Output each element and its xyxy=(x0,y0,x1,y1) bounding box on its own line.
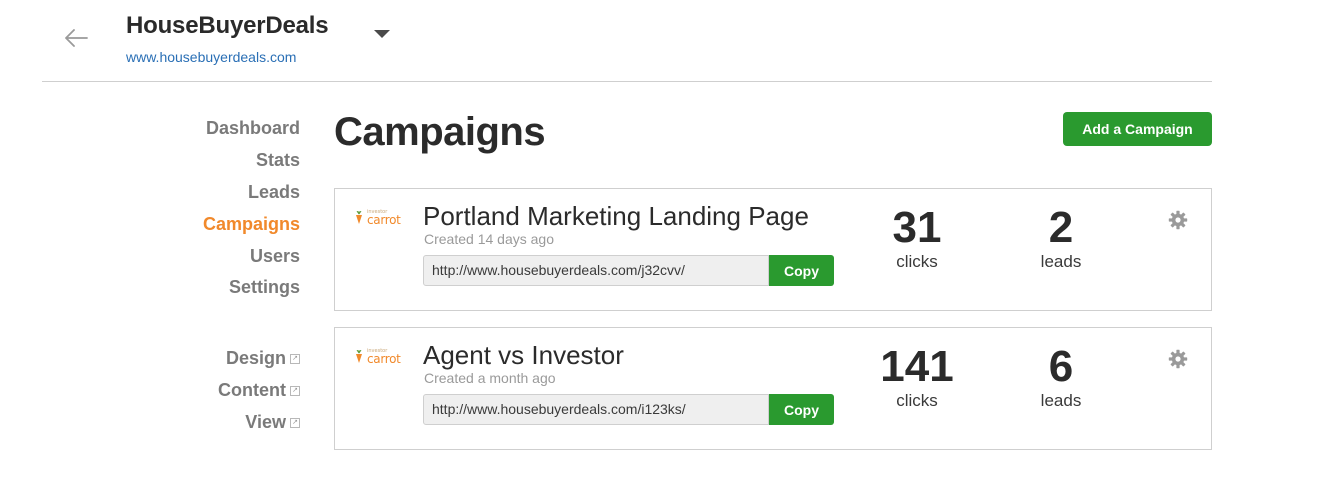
sidebar-item-label: Content xyxy=(218,380,286,400)
campaign-card: investor carrot Agent vs Investor Create… xyxy=(334,327,1212,450)
clicks-stat: 141 clicks xyxy=(857,342,977,410)
site-header: HouseBuyerDeals www.housebuyerdeals.com xyxy=(0,0,1342,82)
sidebar-item-content[interactable]: Content ↗ xyxy=(218,380,300,401)
clicks-count: 141 xyxy=(880,342,954,391)
back-button[interactable] xyxy=(60,24,92,52)
sidebar-item-label: View xyxy=(245,412,286,432)
copy-url-button[interactable]: Copy xyxy=(769,394,834,425)
leads-stat: 6 leads xyxy=(1001,342,1121,410)
campaign-url-field[interactable]: http://www.housebuyerdeals.com/i123ks/ xyxy=(423,394,769,425)
campaign-settings-button[interactable] xyxy=(1167,209,1189,231)
copy-url-button[interactable]: Copy xyxy=(769,255,834,286)
external-link-icon: ↗ xyxy=(290,353,300,364)
leads-label: leads xyxy=(1040,391,1082,410)
site-title: HouseBuyerDeals xyxy=(126,12,329,39)
sidebar-item-label: Design xyxy=(225,348,286,368)
carrot-icon xyxy=(356,211,362,224)
sidebar-item-settings[interactable]: Settings xyxy=(229,277,300,298)
add-campaign-button[interactable]: Add a Campaign xyxy=(1063,112,1212,146)
leads-label: leads xyxy=(1040,252,1082,271)
investor-carrot-logo: investor carrot xyxy=(353,348,401,366)
sidebar-item-dashboard[interactable]: Dashboard xyxy=(206,118,300,139)
leads-stat: 2 leads xyxy=(1001,203,1121,271)
clicks-label: clicks xyxy=(896,391,938,410)
sidebar-item-stats[interactable]: Stats xyxy=(256,150,300,171)
caret-down-icon xyxy=(374,30,390,38)
sidebar-item-users[interactable]: Users xyxy=(250,246,300,267)
campaign-created-date: Created 14 days ago xyxy=(424,231,554,247)
sidebar-item-leads[interactable]: Leads xyxy=(248,182,300,203)
gear-icon xyxy=(1168,210,1188,230)
campaign-settings-button[interactable] xyxy=(1167,348,1189,370)
arrow-left-icon xyxy=(65,29,88,47)
external-link-icon: ↗ xyxy=(290,417,300,428)
campaign-created-date: Created a month ago xyxy=(424,370,556,386)
sidebar-item-view[interactable]: View ↗ xyxy=(245,412,300,433)
site-url-link[interactable]: www.housebuyerdeals.com xyxy=(126,49,296,65)
carrot-icon xyxy=(356,350,362,363)
clicks-label: clicks xyxy=(896,252,938,271)
gear-icon xyxy=(1168,349,1188,369)
leads-count: 2 xyxy=(1048,203,1074,252)
header-divider xyxy=(42,81,1212,82)
investor-carrot-logo: investor carrot xyxy=(353,209,401,227)
clicks-stat: 31 clicks xyxy=(857,203,977,271)
site-switcher-dropdown[interactable] xyxy=(370,26,394,42)
leads-count: 6 xyxy=(1048,342,1074,391)
campaign-name[interactable]: Portland Marketing Landing Page xyxy=(423,201,809,232)
page-title: Campaigns xyxy=(334,110,546,154)
campaign-card: investor carrot Portland Marketing Landi… xyxy=(334,188,1212,311)
sidebar-item-design[interactable]: Design ↗ xyxy=(226,348,300,369)
clicks-count: 31 xyxy=(892,203,942,252)
campaign-name[interactable]: Agent vs Investor xyxy=(423,340,624,371)
campaign-url-field[interactable]: http://www.housebuyerdeals.com/j32cvv/ xyxy=(423,255,769,286)
sidebar-item-campaigns[interactable]: Campaigns xyxy=(203,214,300,235)
external-link-icon: ↗ xyxy=(290,385,300,396)
